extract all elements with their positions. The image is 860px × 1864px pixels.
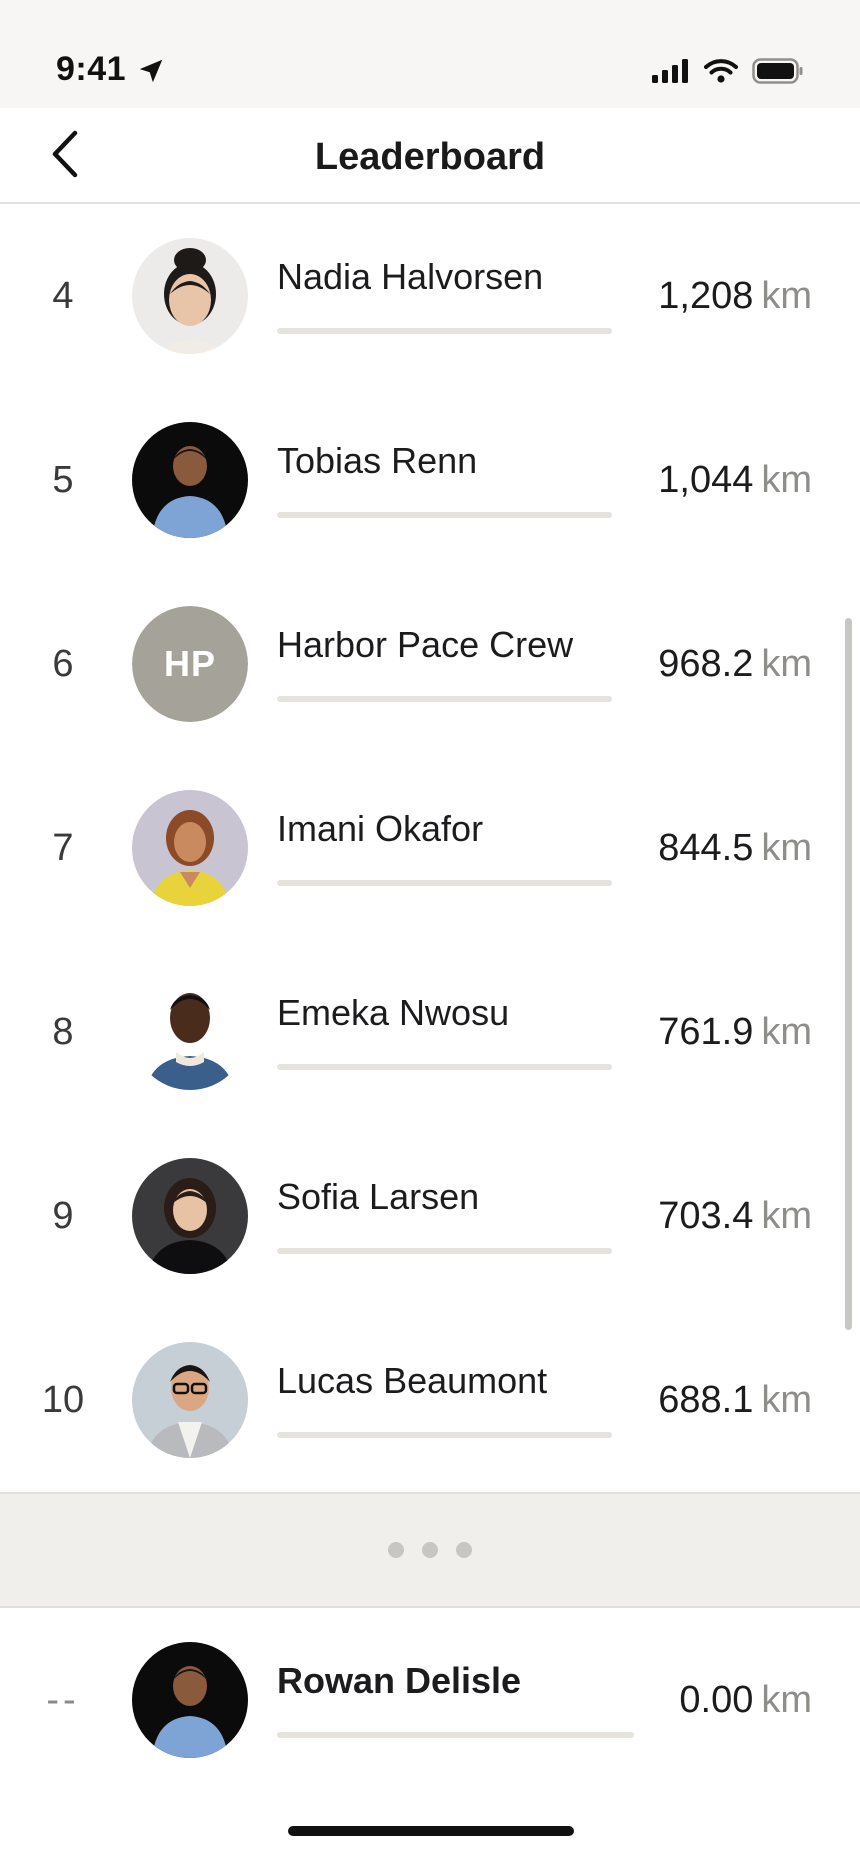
avatar	[132, 790, 248, 906]
participant-name: Imani Okafor	[277, 808, 484, 849]
avatar	[132, 974, 248, 1090]
participant-name: Nadia Halvorsen	[277, 256, 544, 297]
rank-number: 7	[52, 827, 74, 869]
nav-bar: Leaderboard	[0, 108, 860, 204]
current-user-name: Rowan Delisle	[277, 1660, 522, 1701]
participant-name: Lucas Beaumont	[277, 1360, 548, 1401]
participant-name: Harbor Pace Crew	[277, 624, 574, 665]
progress-bar	[277, 1432, 612, 1438]
distance-value: 968.2 km	[658, 643, 812, 685]
leaderboard-row[interactable]: 9 Sofia Larsen 703.4 km	[0, 1124, 860, 1308]
progress-bar	[277, 1732, 634, 1738]
rank-number: --	[46, 1679, 80, 1721]
leaderboard-row[interactable]: 8 Emeka Nwosu 761.9 km	[0, 940, 860, 1124]
progress-bar	[277, 880, 612, 886]
battery-icon	[752, 58, 804, 89]
progress-bar	[277, 696, 612, 702]
rank-number: 4	[52, 275, 74, 317]
distance-value: 761.9 km	[658, 1011, 812, 1053]
avatar-initials: HP	[132, 606, 248, 722]
status-bar: 9:41	[0, 0, 860, 108]
distance-value: 1,044 km	[658, 459, 812, 501]
leaderboard-row[interactable]: 7 Imani Okafor 844.5 km	[0, 756, 860, 940]
status-time: 9:41	[56, 50, 127, 88]
leaderboard-list[interactable]: 4 Nadia Halvorsen 1,208 km 5 Tobias Renn…	[0, 204, 860, 1492]
progress-bar	[277, 512, 612, 518]
avatar	[132, 1642, 248, 1758]
status-icons	[652, 58, 804, 89]
leaderboard-row[interactable]: 10 Lucas Beaumont 688.1 km	[0, 1308, 860, 1492]
scrollbar[interactable]	[845, 618, 852, 1330]
participant-name: Tobias Renn	[277, 440, 478, 481]
rank-number: 5	[52, 459, 74, 501]
participant-name: Emeka Nwosu	[277, 992, 510, 1033]
distance-value: 1,208 km	[658, 275, 812, 317]
avatar	[132, 422, 248, 538]
current-user-row[interactable]: -- Rowan Delisle 0.00 km	[0, 1608, 860, 1792]
distance-value: 688.1 km	[658, 1379, 812, 1421]
rank-number: 10	[41, 1379, 85, 1421]
participant-name: Sofia Larsen	[277, 1176, 480, 1217]
avatar	[132, 1342, 248, 1458]
page-title: Leaderboard	[314, 136, 546, 178]
ranking-gap-separator	[0, 1492, 860, 1608]
avatar	[132, 1158, 248, 1274]
cellular-signal-icon	[652, 59, 690, 88]
avatar	[132, 238, 248, 354]
progress-bar	[277, 328, 612, 334]
progress-bar	[277, 1248, 612, 1254]
leaderboard-row[interactable]: 4 Nadia Halvorsen 1,208 km	[0, 204, 860, 388]
avatar: HP	[132, 606, 248, 722]
progress-bar	[277, 1064, 612, 1070]
distance-value: 703.4 km	[658, 1195, 812, 1237]
wifi-icon	[704, 58, 738, 89]
rank-number: 8	[52, 1011, 74, 1053]
distance-value: 844.5 km	[658, 827, 812, 869]
more-dots-icon	[0, 1542, 860, 1558]
rank-number: 9	[52, 1195, 74, 1237]
distance-value: 0.00 km	[679, 1679, 812, 1721]
home-indicator[interactable]	[288, 1826, 574, 1836]
location-arrow-icon	[136, 56, 166, 86]
leaderboard-row[interactable]: 6 HP Harbor Pace Crew 968.2 km	[0, 572, 860, 756]
leaderboard-row[interactable]: 5 Tobias Renn 1,044 km	[0, 388, 860, 572]
rank-number: 6	[52, 643, 74, 685]
